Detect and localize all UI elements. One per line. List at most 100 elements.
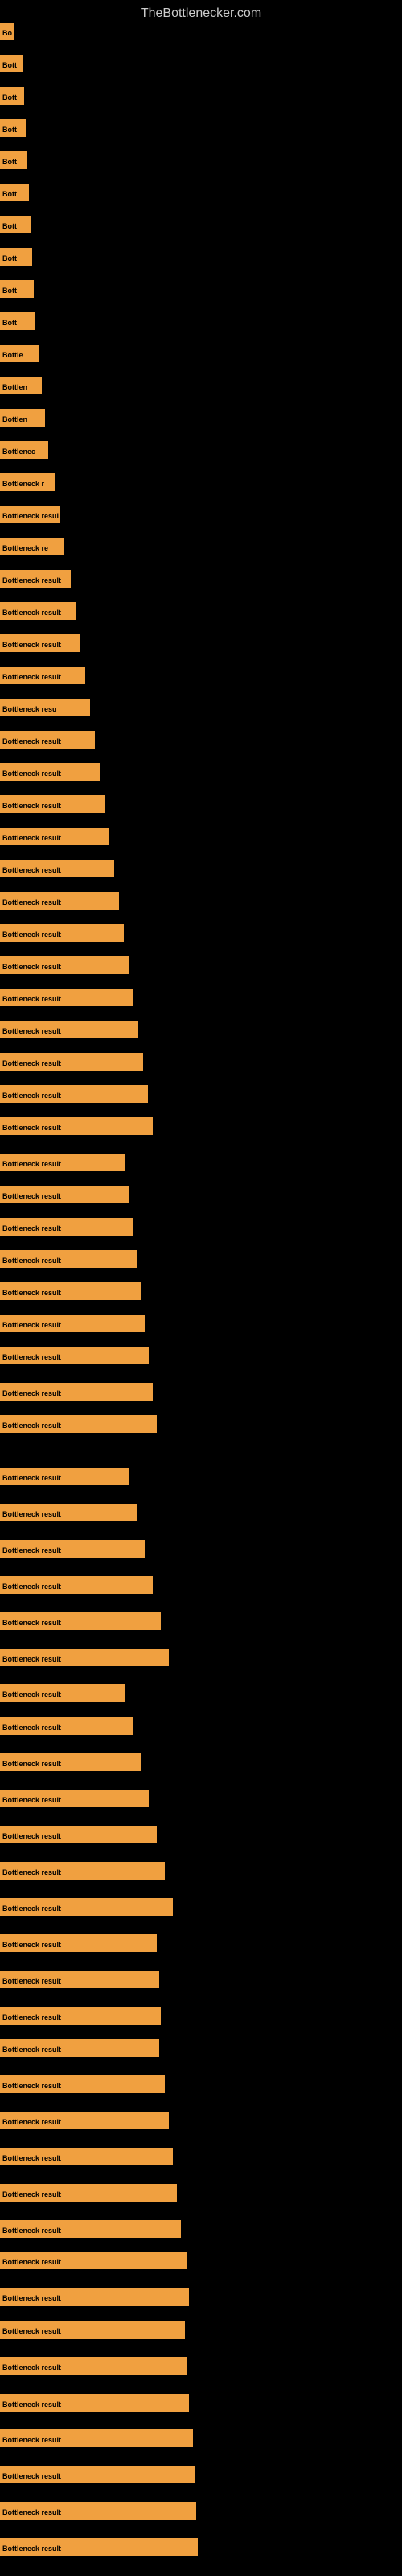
bar-label: Bottleneck result (0, 1753, 141, 1771)
bar-item: Bottleneck result (0, 664, 85, 687)
bar-item: Bottleneck result (0, 2427, 193, 2450)
bar-label: Bottleneck result (0, 892, 119, 910)
bar-label: Bottleneck result (0, 1085, 148, 1103)
bar-label: Bott (0, 151, 27, 169)
bar-label: Bott (0, 312, 35, 330)
bar-label: Bottleneck result (0, 1934, 157, 1952)
bar-item: Bott (0, 149, 27, 171)
bar-item: Bott (0, 278, 34, 300)
bar-item: Bott (0, 213, 31, 236)
bar-label: Bottleneck result (0, 1154, 125, 1171)
bar-label: Bottleneck result (0, 1186, 129, 1203)
bar-label: Bottleneck re (0, 538, 64, 555)
bar-item: Bottleneck result (0, 1574, 153, 1596)
bar-label: Bottleneck result (0, 1576, 153, 1594)
bar-label: Bottleneck result (0, 2502, 196, 2520)
bar-label: Bottleneck result (0, 1053, 143, 1071)
bar-label: Bottleneck result (0, 1383, 153, 1401)
bar-item: Bottleneck result (0, 600, 76, 622)
bar-label: Bottleneck result (0, 1649, 169, 1666)
bar-label: Bottleneck result (0, 1347, 149, 1364)
bar-label: Bott (0, 280, 34, 298)
bar-item: Bottleneck result (0, 1381, 153, 1403)
bar-item: Bottleneck result (0, 1280, 141, 1302)
bar-label: Bottleneck result (0, 1504, 137, 1521)
bar-item: Bottleneck result (0, 825, 109, 848)
bar-label: Bottleneck result (0, 731, 95, 749)
bar-label: Bottle (0, 345, 39, 362)
bar-label: Bottleneck result (0, 2148, 173, 2165)
bar-label: Bottleneck result (0, 1117, 153, 1135)
bar-item: Bottleneck result (0, 2182, 177, 2204)
bar-label: Bottleneck resul (0, 506, 60, 523)
bar-item: Bottleneck result (0, 1787, 149, 1810)
bar-item: Bottleneck result (0, 1682, 125, 1704)
bar-item: Bottleneck result (0, 568, 71, 590)
bar-item: Bottleneck result (0, 761, 100, 783)
bar-label: Bottleneck result (0, 2394, 189, 2412)
bar-item: Bottleneck result (0, 922, 124, 944)
bar-label: Bottleneck resu (0, 699, 90, 716)
bar-label: Bottleneck result (0, 667, 85, 684)
bar-item: Bottleneck result (0, 1896, 173, 1918)
bar-label: Bottleneck result (0, 989, 133, 1006)
bar-label: Bottleneck result (0, 828, 109, 845)
bar-label: Bott (0, 216, 31, 233)
bar-label: Bottleneck result (0, 1415, 157, 1433)
bar-item: Bott (0, 85, 24, 107)
bar-item: Bottleneck result (0, 2109, 169, 2132)
bar-label: Bottleneck result (0, 2288, 189, 2306)
bar-item: Bottleneck result (0, 1715, 133, 1737)
bar-label: Bottleneck result (0, 1826, 157, 1843)
bar-item: Bottleneck result (0, 1610, 161, 1633)
bar-label: Bott (0, 248, 32, 266)
bar-label: Bottleneck result (0, 1468, 129, 1485)
bar-label: Bottleneck result (0, 1790, 149, 1807)
bar-item: Bottleneck result (0, 890, 119, 912)
bar-item: Bottleneck result (0, 1312, 145, 1335)
bar-item: Bottleneck result (0, 1248, 137, 1270)
bar-item: Bo (0, 20, 14, 43)
bar-label: Bottleneck result (0, 2357, 187, 2375)
bar-item: Bottleneck result (0, 1823, 157, 1846)
bar-item: Bottleneck result (0, 2285, 189, 2308)
bar-label: Bottleneck result (0, 2039, 159, 2057)
bar-item: Bottleneck result (0, 1751, 141, 1773)
bar-item: Bottleneck resu (0, 696, 90, 719)
bar-label: Bottleneck result (0, 2184, 177, 2202)
bar-item: Bottleneck result (0, 632, 80, 654)
bar-item: Bottleneck result (0, 1538, 145, 1560)
bar-label: Bottleneck result (0, 1612, 161, 1630)
bar-item: Bottleneck result (0, 2218, 181, 2240)
bar-label: Bottleneck result (0, 1540, 145, 1558)
bar-item: Bottleneck result (0, 1051, 143, 1073)
bar-item: Bottleneck result (0, 1216, 133, 1238)
bar-label: Bottlenec (0, 441, 48, 459)
bar-item: Bott (0, 117, 26, 139)
bar-item: Bottleneck result (0, 2037, 159, 2059)
bar-item: Bottleneck result (0, 1151, 125, 1174)
bar-label: Bottleneck result (0, 795, 105, 813)
bar-item: Bottleneck result (0, 2355, 187, 2377)
bar-item: Bottleneck result (0, 1646, 169, 1669)
bar-item: Bottleneck result (0, 1968, 159, 1991)
bar-label: Bottleneck result (0, 2220, 181, 2238)
bar-label: Bottleneck result (0, 570, 71, 588)
bar-item: Bottleneck result (0, 1344, 149, 1367)
bar-label: Bottleneck result (0, 1218, 133, 1236)
bar-label: Bottleneck result (0, 602, 76, 620)
bar-label: Bottleneck result (0, 1021, 138, 1038)
bar-label: Bottleneck result (0, 1717, 133, 1735)
bar-label: Bottleneck result (0, 2252, 187, 2269)
bar-label: Bottleneck result (0, 924, 124, 942)
bar-label: Bottleneck result (0, 2538, 198, 2556)
bar-label: Bottleneck r (0, 473, 55, 491)
bar-item: Bottleneck result (0, 1465, 129, 1488)
bar-item: Bottleneck result (0, 1413, 157, 1435)
bar-label: Bottleneck result (0, 2321, 185, 2339)
bar-item: Bottleneck result (0, 1501, 137, 1524)
site-title: TheBottlenecker.com (0, 0, 402, 24)
bar-item: Bottleneck result (0, 2004, 161, 2027)
bar-label: Bottleneck result (0, 634, 80, 652)
bar-label: Bottlen (0, 377, 42, 394)
